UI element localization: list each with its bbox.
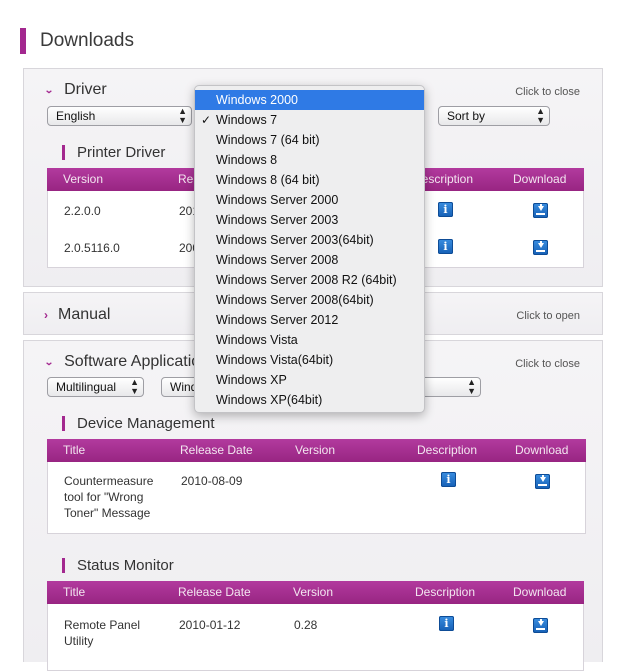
software-toggle-link[interactable]: Click to close	[515, 358, 580, 370]
select-arrows-icon: ▲ ▼	[178, 106, 187, 125]
os-option-selected[interactable]: ✓ Windows 7	[195, 110, 424, 130]
info-icon[interactable]: i	[438, 239, 453, 254]
info-icon[interactable]: i	[441, 472, 456, 487]
version-cell: 0.28	[294, 618, 318, 632]
col-description-header: Description	[417, 443, 478, 457]
download-icon[interactable]	[533, 203, 548, 218]
device-management-heading: Device Management	[62, 415, 215, 432]
chevron-down-icon: ⌄	[44, 84, 55, 96]
device-management-title: Device Management	[77, 415, 215, 432]
select-arrows-icon: ▲ ▼	[467, 377, 476, 396]
col-release-header: Release Date	[180, 443, 253, 457]
heading-accent-bar	[20, 28, 26, 54]
col-download-header: Download	[513, 585, 567, 599]
title-cell: Countermeasure tool for "Wrong Toner" Me…	[64, 474, 154, 520]
software-language-value: Multilingual	[56, 380, 117, 394]
driver-language-value: English	[56, 109, 96, 123]
os-option[interactable]: Windows 8	[195, 150, 424, 170]
os-option[interactable]: Windows Server 2000	[195, 190, 424, 210]
chevron-right-icon: ›	[44, 308, 48, 322]
page-title: Downloads	[40, 30, 134, 51]
os-option[interactable]: Windows 7 (64 bit)	[195, 130, 424, 150]
download-icon[interactable]	[533, 618, 548, 633]
status-monitor-table: Title Release Date Version Description D…	[47, 581, 584, 671]
table-header: Title Release Date Version Description D…	[47, 439, 586, 462]
col-version-header: Version	[295, 443, 336, 457]
status-monitor-title: Status Monitor	[77, 557, 174, 574]
col-download-header: Download	[515, 443, 569, 457]
os-option[interactable]: Windows Vista	[195, 330, 424, 350]
download-icon[interactable]	[533, 240, 548, 255]
table-header: Title Release Date Version Description D…	[47, 581, 584, 604]
os-option[interactable]: Windows Server 2008 R2 (64bit)	[195, 270, 424, 290]
manual-section-title: Manual	[58, 306, 111, 323]
select-arrows-icon: ▲ ▼	[130, 377, 139, 396]
driver-sort-select[interactable]: Sort by ▲ ▼	[438, 106, 550, 126]
manual-section-header[interactable]: › Manual	[44, 306, 110, 324]
col-description-header: Description	[415, 585, 476, 599]
release-cell: 2010-01-12	[179, 618, 241, 632]
manual-toggle-link[interactable]: Click to open	[516, 310, 580, 322]
release-cell: 2010-08-09	[181, 474, 243, 488]
checkmark-icon: ✓	[201, 113, 212, 127]
subheading-accent-bar	[62, 558, 65, 573]
printer-driver-title: Printer Driver	[77, 144, 166, 161]
info-icon[interactable]: i	[438, 202, 453, 217]
driver-section-title: Driver	[64, 81, 107, 98]
os-dropdown-menu: Windows 2000 ✓ Windows 7 Windows 7 (64 bi…	[194, 85, 425, 413]
os-option[interactable]: Windows Vista(64bit)	[195, 350, 424, 370]
os-option[interactable]: Windows Server 2003	[195, 210, 424, 230]
os-option[interactable]: Windows Server 2008	[195, 250, 424, 270]
download-icon[interactable]	[535, 474, 550, 489]
driver-section-header[interactable]: ⌄ Driver	[44, 81, 107, 99]
info-icon[interactable]: i	[439, 616, 454, 631]
software-section-header[interactable]: ⌄ Software Applicatio	[44, 353, 200, 371]
col-release-header: Release Date	[178, 585, 251, 599]
os-option[interactable]: Windows XP(64bit)	[195, 390, 424, 410]
os-option[interactable]: Windows 8 (64 bit)	[195, 170, 424, 190]
version-cell: 2.2.0.0	[64, 204, 101, 218]
os-option[interactable]: Windows 2000	[195, 90, 424, 110]
version-cell: 2.0.5116.0	[64, 241, 120, 255]
os-option[interactable]: Windows XP	[195, 370, 424, 390]
col-version-header: Version	[63, 172, 104, 186]
os-option[interactable]: Windows Server 2003(64bit)	[195, 230, 424, 250]
col-version-header: Version	[293, 585, 334, 599]
col-release-header: Re	[178, 172, 194, 186]
col-title-header: Title	[63, 585, 86, 599]
os-option[interactable]: Windows Server 2008(64bit)	[195, 290, 424, 310]
chevron-down-icon: ⌄	[44, 356, 55, 368]
driver-language-select[interactable]: English ▲ ▼	[47, 106, 192, 126]
printer-driver-heading: Printer Driver	[62, 144, 165, 161]
select-arrows-icon: ▲ ▼	[536, 106, 545, 125]
os-option[interactable]: Windows Server 2012	[195, 310, 424, 330]
software-section-title: Software Applicatio	[64, 353, 201, 370]
driver-sort-value: Sort by	[447, 109, 486, 123]
title-cell: Remote Panel Utility	[64, 618, 141, 648]
device-management-table: Title Release Date Version Description D…	[47, 439, 586, 534]
col-download-header: Download	[513, 172, 567, 186]
page-heading: Downloads	[20, 26, 134, 56]
subheading-accent-bar	[62, 416, 65, 431]
driver-toggle-link[interactable]: Click to close	[515, 86, 580, 98]
col-title-header: Title	[63, 443, 86, 457]
software-language-select[interactable]: Multilingual ▲ ▼	[47, 377, 144, 397]
status-monitor-heading: Status Monitor	[62, 557, 174, 574]
subheading-accent-bar	[62, 145, 65, 160]
